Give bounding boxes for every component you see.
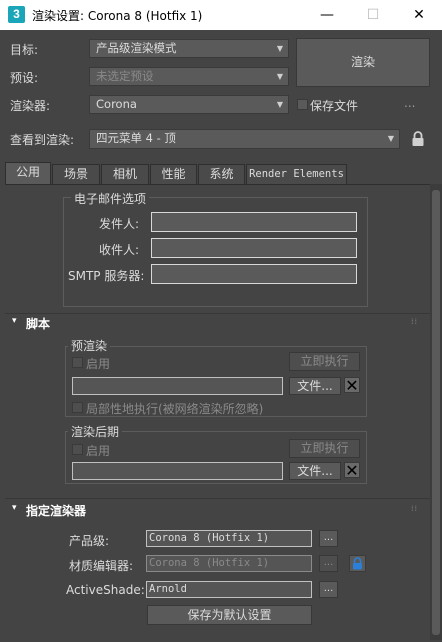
rollout-separator bbox=[5, 498, 430, 499]
renderer-label: 渲染器: bbox=[10, 99, 51, 113]
chevron-down-icon: ▼ bbox=[387, 134, 394, 143]
tab-scene[interactable]: 场景 bbox=[52, 164, 100, 184]
from-field[interactable] bbox=[151, 212, 357, 232]
save-file-label: 保存文件 bbox=[310, 99, 359, 113]
postrender-run-now-button[interactable]: 立即执行 bbox=[289, 439, 360, 458]
target-label: 目标: bbox=[10, 43, 39, 57]
activeshade-browse-button[interactable]: ... bbox=[319, 581, 338, 598]
postrender-enable-checkbox[interactable] bbox=[72, 444, 83, 455]
rollout-separator bbox=[5, 313, 430, 314]
preset-value: 未选定预设 bbox=[96, 69, 154, 83]
smtp-label: SMTP 服务器: bbox=[68, 269, 145, 283]
postrender-file-button[interactable]: 文件... bbox=[289, 462, 341, 480]
view-to-render-dropdown[interactable]: 四元菜单 4 - 顶 ▼ bbox=[89, 129, 400, 149]
material-editor-label: 材质编辑器: bbox=[69, 559, 134, 573]
tab-system[interactable]: 系统 bbox=[198, 164, 245, 184]
chevron-down-icon: ▼ bbox=[276, 72, 283, 81]
email-options-label: 电子邮件选项 bbox=[71, 190, 150, 207]
prerender-file-button[interactable]: 文件... bbox=[289, 377, 341, 395]
production-renderer-field: Corona 8 (Hotfix 1) bbox=[146, 530, 312, 547]
prerender-enable-checkbox[interactable] bbox=[72, 357, 83, 368]
target-value: 产品级渲染模式 bbox=[96, 41, 177, 55]
tab-render-elements[interactable]: Render Elements bbox=[246, 164, 347, 184]
grip-icon: ⁞⁞ bbox=[411, 317, 419, 326]
from-label: 发件人: bbox=[99, 217, 140, 231]
prerender-remove-icon[interactable]: ✕ bbox=[344, 377, 360, 394]
target-dropdown[interactable]: 产品级渲染模式 ▼ bbox=[89, 39, 289, 58]
postrender-label: 渲染后期 bbox=[68, 423, 123, 440]
view-to-render-value: 四元菜单 4 - 顶 bbox=[96, 131, 176, 145]
tab-content-panel: 电子邮件选项 发件人: 收件人: SMTP 服务器: ▾ 脚本 ⁞⁞ 预渲染 启… bbox=[5, 184, 430, 640]
prerender-enable-label: 启用 bbox=[86, 357, 111, 371]
scripts-rollout-header[interactable]: 脚本 bbox=[26, 315, 50, 332]
to-label: 收件人: bbox=[99, 243, 140, 257]
material-lock-button[interactable] bbox=[349, 555, 366, 572]
minimize-button[interactable]: — bbox=[304, 0, 350, 30]
scrollbar-thumb[interactable] bbox=[432, 190, 440, 635]
renderer-dropdown[interactable]: Corona ▼ bbox=[89, 95, 289, 114]
window-title: 渲染设置: Corona 8 (Hotfix 1) bbox=[32, 9, 203, 23]
prerender-run-now-button[interactable]: 立即执行 bbox=[289, 352, 360, 371]
app-icon: 3 bbox=[8, 6, 25, 23]
local-exec-checkbox[interactable] bbox=[72, 402, 83, 413]
grip-icon: ⁞⁞ bbox=[411, 504, 419, 513]
tab-camera[interactable]: 相机 bbox=[101, 164, 149, 184]
preset-label: 预设: bbox=[10, 71, 39, 85]
prerender-script-path[interactable] bbox=[72, 377, 283, 395]
material-editor-browse-button[interactable]: ... bbox=[319, 555, 338, 572]
postrender-remove-icon[interactable]: ✕ bbox=[344, 462, 360, 479]
prerender-label: 预渲染 bbox=[68, 337, 111, 354]
tab-performance[interactable]: 性能 bbox=[150, 164, 197, 184]
maximize-button: ☐ bbox=[366, 7, 380, 23]
chevron-down-icon: ▼ bbox=[276, 100, 283, 109]
save-as-default-button[interactable]: 保存为默认设置 bbox=[147, 605, 312, 625]
render-button[interactable]: 渲染 bbox=[296, 38, 430, 87]
activeshade-renderer-field: Arnold bbox=[146, 581, 312, 598]
production-browse-button[interactable]: ... bbox=[319, 530, 338, 547]
collapse-icon[interactable]: ▾ bbox=[12, 316, 17, 326]
save-file-checkbox[interactable] bbox=[297, 99, 308, 110]
local-exec-label: 局部性地执行(被网络渲染所忽略) bbox=[86, 402, 264, 416]
assign-renderer-rollout-header[interactable]: 指定渲染器 bbox=[26, 502, 86, 519]
preset-dropdown[interactable]: 未选定预设 ▼ bbox=[89, 67, 289, 86]
to-field[interactable] bbox=[151, 238, 357, 258]
production-label: 产品级: bbox=[69, 534, 110, 548]
collapse-icon[interactable]: ▾ bbox=[12, 503, 17, 513]
activeshade-label: ActiveShade: bbox=[66, 583, 145, 597]
chevron-down-icon: ▼ bbox=[276, 44, 283, 53]
lock-icon bbox=[353, 557, 362, 570]
lock-icon[interactable] bbox=[411, 131, 425, 147]
postrender-enable-label: 启用 bbox=[86, 444, 111, 458]
view-to-render-label: 查看到渲染: bbox=[10, 133, 75, 147]
renderer-value: Corona bbox=[96, 97, 137, 111]
material-editor-renderer-field: Corona 8 (Hotfix 1) bbox=[146, 555, 312, 572]
smtp-field[interactable] bbox=[151, 264, 357, 284]
postrender-script-path[interactable] bbox=[72, 462, 283, 480]
close-button[interactable]: ✕ bbox=[396, 0, 442, 30]
tab-common[interactable]: 公用 bbox=[5, 162, 51, 185]
save-file-browse-button[interactable]: ... bbox=[404, 96, 415, 110]
